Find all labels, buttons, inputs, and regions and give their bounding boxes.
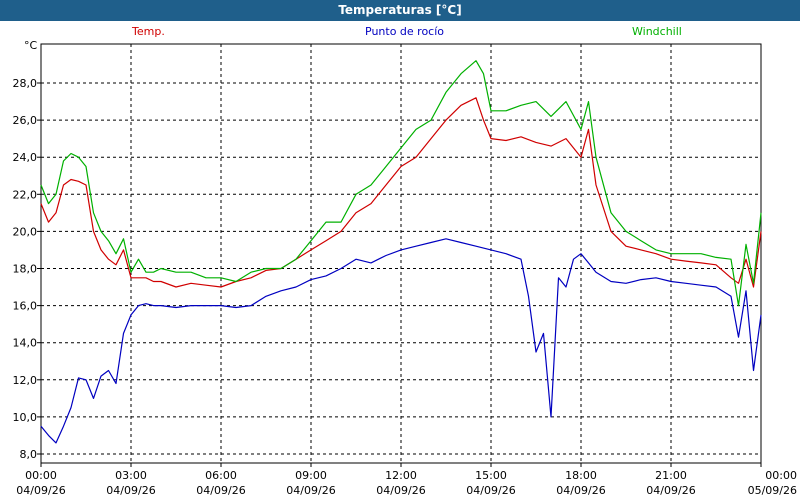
x-tick-time: 03:00 xyxy=(115,469,147,482)
x-tick-time: 06:00 xyxy=(205,469,237,482)
y-tick-label: 24,0 xyxy=(13,151,38,164)
x-tick-time: 15:00 xyxy=(475,469,507,482)
x-tick-date: 04/09/26 xyxy=(466,484,515,497)
y-tick-label: 16,0 xyxy=(13,300,38,313)
y-tick-label: 22,0 xyxy=(13,188,38,201)
y-tick-label: 8,0 xyxy=(20,448,38,461)
x-tick-labels: 00:00 04/09/26 03:00 04/09/26 06:00 04/09/26 0… xyxy=(16,469,797,497)
y-tick-label: 10,0 xyxy=(13,411,38,424)
x-tick-date: 05/09/26 xyxy=(748,484,797,497)
temperature-chart: 8,0 10,0 12,0 14,0 16,0 18,0 20,0 22,0 24,0 26,0 2… xyxy=(13,43,797,497)
x-tick-date: 04/09/26 xyxy=(646,484,695,497)
x-tick-time: 21:00 xyxy=(655,469,687,482)
x-tick-date: 04/09/26 xyxy=(106,484,155,497)
x-tick-date: 04/09/26 xyxy=(286,484,335,497)
y-tick-label: 18,0 xyxy=(13,263,38,276)
x-tick-date: 04/09/26 xyxy=(376,484,425,497)
x-tick-date: 04/09/26 xyxy=(556,484,605,497)
x-tick-date: 04/09/26 xyxy=(196,484,245,497)
x-tick-date: 04/09/26 xyxy=(16,484,65,497)
y-tick-label: 20,0 xyxy=(13,225,38,238)
y-tick-label: 26,0 xyxy=(13,114,38,127)
x-tick-time: 18:00 xyxy=(565,469,597,482)
y-tick-label: 12,0 xyxy=(13,374,38,387)
x-tick-time: 00:00 xyxy=(765,469,797,482)
y-tick-labels: 8,0 10,0 12,0 14,0 16,0 18,0 20,0 22,0 24,0 26,0 2… xyxy=(13,77,38,461)
y-tick-label: 28,0 xyxy=(13,77,38,90)
x-tick-time: 00:00 xyxy=(25,469,57,482)
y-tick-label: 14,0 xyxy=(13,337,38,350)
x-tick-time: 12:00 xyxy=(385,469,417,482)
x-tick-time: 09:00 xyxy=(295,469,327,482)
